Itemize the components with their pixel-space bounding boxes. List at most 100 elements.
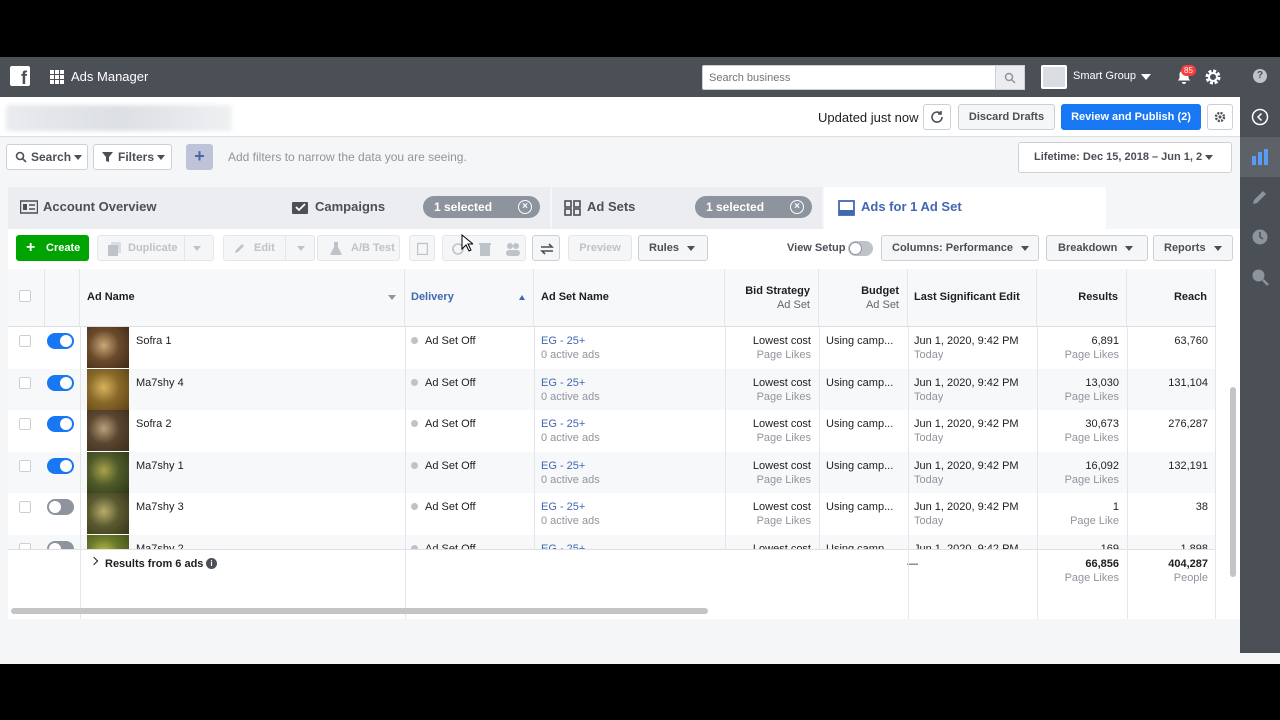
- rail-charts[interactable]: [1240, 137, 1280, 177]
- edit-label: Edit: [254, 242, 275, 254]
- ad-toggle[interactable]: [47, 457, 74, 474]
- ad-toggle[interactable]: [47, 416, 74, 432]
- refresh-button[interactable]: [923, 104, 951, 130]
- add-filter-button[interactable]: +: [186, 144, 213, 170]
- search-business-input[interactable]: [702, 65, 996, 90]
- ad-name[interactable]: Ma7shy 1: [136, 460, 184, 472]
- ad-name[interactable]: Ma7shy 4: [136, 377, 184, 389]
- tab-adsets[interactable]: Ad Sets: [564, 187, 684, 227]
- last-edit: Jun 1, 2020, 9:42 PM: [914, 459, 1019, 472]
- reach-value: 131,104: [1168, 376, 1208, 389]
- refresh-icon: [931, 111, 943, 123]
- bid-strategy-header[interactable]: Bid Strategy Ad Set: [725, 269, 819, 327]
- ad-set-link[interactable]: EG - 25+: [541, 335, 585, 347]
- info-icon[interactable]: i: [206, 558, 217, 569]
- budget-header[interactable]: Budget Ad Set: [819, 269, 908, 327]
- account-name[interactable]: Smart Group: [1073, 70, 1136, 82]
- delivery-header[interactable]: Delivery: [405, 269, 534, 327]
- ad-toggle[interactable]: [47, 499, 74, 515]
- discard-drafts-button[interactable]: Discard Drafts: [958, 104, 1055, 130]
- results-header[interactable]: Results: [1037, 269, 1127, 327]
- row-checkbox[interactable]: [19, 376, 31, 389]
- ad-thumbnail[interactable]: [87, 493, 129, 534]
- summary-reach-sub: People: [1173, 572, 1208, 584]
- table-row[interactable]: Ma7shy 3 Ad Set Off EG - 25+ 0 active ads Lo…: [8, 493, 1216, 534]
- ad-thumbnail[interactable]: [87, 410, 129, 451]
- help-icon[interactable]: ?: [1253, 69, 1267, 83]
- audience-icon[interactable]: [505, 242, 521, 256]
- last-edit-header[interactable]: Last Significant Edit: [908, 269, 1037, 327]
- sub-header: Updated just now Discard Drafts Review a…: [0, 97, 1240, 137]
- review-publish-button[interactable]: Review and Publish (2): [1061, 104, 1201, 130]
- horizontal-scrollbar[interactable]: [11, 608, 708, 614]
- clipboard-button[interactable]: [409, 235, 435, 261]
- rail-edit[interactable]: [1240, 177, 1280, 217]
- ad-toggle[interactable]: [47, 333, 74, 349]
- vertical-scrollbar[interactable]: [1230, 387, 1236, 577]
- reports-dropdown[interactable]: Reports: [1153, 235, 1233, 261]
- view-setup-toggle[interactable]: [848, 241, 873, 256]
- apps-grid-icon[interactable]: [50, 70, 64, 84]
- chevron-down-icon[interactable]: [1141, 74, 1151, 80]
- rail-history[interactable]: [1240, 217, 1280, 257]
- ad-thumbnail[interactable]: [87, 368, 129, 410]
- gear-icon[interactable]: [1204, 68, 1222, 86]
- ad-name-header[interactable]: Ad Name: [80, 269, 405, 327]
- account-avatar[interactable]: [1041, 65, 1067, 89]
- breakdown-dropdown[interactable]: Breakdown: [1046, 235, 1148, 261]
- tab-ads[interactable]: Ads for 1 Ad Set: [838, 187, 1038, 227]
- ad-name[interactable]: Sofra 2: [136, 418, 171, 430]
- pencil-icon: [235, 244, 244, 253]
- chevron-right-icon[interactable]: [89, 556, 99, 566]
- ad-thumbnail[interactable]: [87, 451, 129, 493]
- ad-set-link[interactable]: EG - 25+: [541, 418, 585, 430]
- ad-set-link[interactable]: EG - 25+: [541, 377, 585, 389]
- collapse-rail-button[interactable]: [1240, 97, 1280, 137]
- ad-set-link[interactable]: EG - 25+: [541, 460, 585, 472]
- select-all-header: [8, 269, 45, 327]
- row-checkbox[interactable]: [19, 418, 31, 430]
- duplicate-button[interactable]: Duplicate: [97, 235, 214, 261]
- ad-name[interactable]: Ma7shy 3: [136, 501, 184, 513]
- columns-dropdown[interactable]: Columns: Performance: [881, 235, 1039, 261]
- status-dot-icon: [411, 503, 418, 510]
- tab-account-overview[interactable]: Account Overview: [20, 187, 270, 227]
- campaigns-selected-badge[interactable]: 1 selected ×: [423, 196, 540, 218]
- table-row[interactable]: Ma7shy 4 Ad Set Off EG - 25+ 0 active ads Lo…: [8, 368, 1216, 410]
- ad-set-link[interactable]: EG - 25+: [541, 501, 585, 513]
- create-button[interactable]: + Create: [16, 235, 89, 261]
- reach-header[interactable]: Reach: [1127, 269, 1216, 327]
- rail-inspect[interactable]: [1240, 257, 1280, 297]
- edit-button[interactable]: Edit: [223, 235, 315, 261]
- adsets-selected-badge[interactable]: 1 selected ×: [695, 196, 812, 218]
- status-dot-icon: [411, 461, 418, 469]
- rules-button[interactable]: Rules: [638, 235, 708, 261]
- search-button[interactable]: Search: [6, 144, 88, 170]
- close-icon[interactable]: ×: [790, 200, 804, 214]
- select-all-checkbox[interactable]: [19, 290, 31, 302]
- filters-button[interactable]: Filters: [93, 144, 172, 170]
- ad-toggle[interactable]: [47, 374, 74, 391]
- app-title[interactable]: Ads Manager: [71, 69, 148, 84]
- close-icon[interactable]: ×: [518, 200, 532, 214]
- settings-button[interactable]: [1207, 104, 1233, 130]
- ad-thumbnail[interactable]: [87, 327, 129, 368]
- table-row[interactable]: Ma7shy 1 Ad Set Off EG - 25+ 0 active ads Lo…: [8, 451, 1216, 493]
- ab-test-button[interactable]: A/B Test: [317, 235, 400, 261]
- ad-set-name-header[interactable]: Ad Set Name: [534, 269, 725, 327]
- facebook-logo-icon[interactable]: f: [10, 66, 30, 86]
- sync-button[interactable]: [532, 235, 560, 261]
- table-row[interactable]: Sofra 1 Ad Set Off EG - 25+ 0 active ads Low…: [8, 327, 1216, 368]
- summary-label[interactable]: Results from 6 ads: [105, 558, 203, 570]
- tab-campaigns[interactable]: Campaigns: [292, 187, 412, 227]
- trash-icon[interactable]: [479, 242, 491, 256]
- search-business-button[interactable]: [996, 65, 1025, 90]
- ad-name[interactable]: Sofra 1: [136, 335, 171, 347]
- row-checkbox[interactable]: [19, 501, 31, 513]
- date-range-picker[interactable]: Lifetime: Dec 15, 2018 – Jun 1, 2: [1018, 142, 1232, 173]
- row-checkbox[interactable]: [19, 335, 31, 347]
- preview-button[interactable]: Preview: [568, 235, 632, 261]
- row-checkbox[interactable]: [19, 459, 31, 472]
- ad-account-selector[interactable]: [6, 105, 232, 131]
- table-row[interactable]: Sofra 2 Ad Set Off EG - 25+ 0 active ads Low…: [8, 410, 1216, 451]
